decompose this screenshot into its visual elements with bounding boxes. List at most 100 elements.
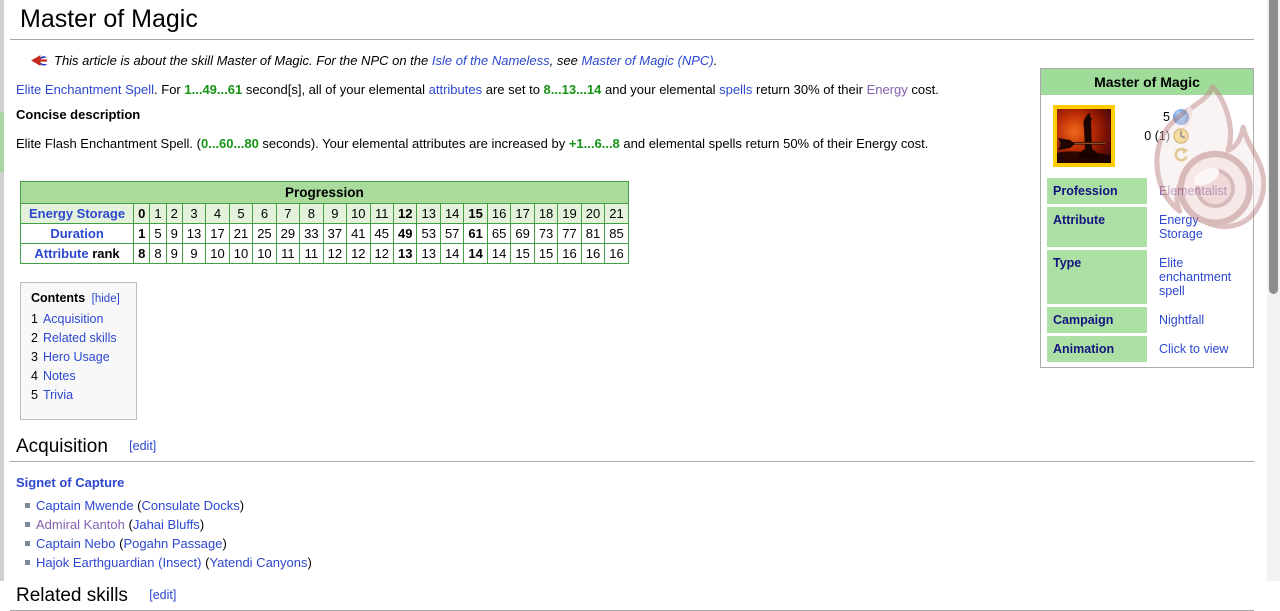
- energy-link[interactable]: Energy: [867, 82, 908, 97]
- progression-cell: 14: [463, 243, 488, 264]
- progression-cell: 61: [463, 223, 488, 244]
- progression-cell: 13: [393, 243, 418, 264]
- toc-hide-link[interactable]: [hide]: [92, 293, 120, 305]
- progression-cell: 65: [486, 223, 512, 244]
- npc-link[interactable]: Captain Mwende: [36, 498, 134, 513]
- progression-label-link[interactable]: Energy Storage: [29, 206, 125, 221]
- toc-item: 1 Acquisition: [31, 312, 120, 326]
- energy-cost-stat: 5: [1131, 109, 1189, 125]
- progression-cell: 11: [369, 203, 395, 224]
- infobox-row-value: Elementalist: [1147, 178, 1229, 204]
- progression-cell: 21: [228, 223, 254, 244]
- progression-cell: 14: [439, 243, 465, 264]
- toc-item-link[interactable]: Acquisition: [43, 312, 103, 326]
- infobox-row-label[interactable]: Attribute: [1047, 207, 1147, 247]
- progression-cell: 8: [299, 203, 324, 224]
- acquisition-item: Captain Mwende (Consulate Docks): [25, 498, 1258, 513]
- toc-item-link[interactable]: Related skills: [43, 331, 117, 345]
- master-of-magic-npc-link[interactable]: Master of Magic (NPC): [581, 53, 713, 68]
- progression-cell: 33: [299, 223, 324, 244]
- activation-time-stat: 0 (1): [1131, 128, 1189, 144]
- toc-item-link[interactable]: Notes: [43, 369, 76, 383]
- location-link[interactable]: Jahai Bluffs: [133, 517, 200, 532]
- attributes-link[interactable]: attributes: [429, 82, 482, 97]
- npc-link[interactable]: Hajok Earthguardian (Insect): [36, 555, 201, 570]
- toc-item-number: 1: [31, 312, 38, 326]
- isle-of-the-nameless-link[interactable]: Isle of the Nameless: [432, 53, 550, 68]
- progression-cell: 9: [165, 243, 183, 264]
- related-skills-heading: Related skills [edit]: [10, 585, 1254, 611]
- npc-link[interactable]: Admiral Kantoh: [36, 517, 125, 532]
- infobox-row-value-link[interactable]: Click to view: [1159, 342, 1228, 356]
- progression-cell: 73: [533, 223, 559, 244]
- location-link[interactable]: Pogahn Passage: [123, 536, 222, 551]
- progression-cell: 17: [510, 203, 535, 224]
- progression-cell: 85: [604, 223, 629, 244]
- toc-item: 3 Hero Usage: [31, 350, 120, 364]
- acquisition-list: Captain Mwende (Consulate Docks) Admiral …: [10, 499, 1258, 569]
- window-edge-strip-accent: [0, 112, 4, 172]
- infobox-row-label[interactable]: Profession: [1047, 178, 1147, 204]
- progression-cell: 16: [486, 203, 512, 224]
- toc-item-link[interactable]: Trivia: [43, 388, 73, 402]
- infobox-row-value-link[interactable]: Elementalist: [1159, 184, 1227, 198]
- toc-item-number: 4: [31, 369, 38, 383]
- infobox-art-row: 5 0 (1): [1041, 95, 1253, 175]
- concise-text: seconds). Your elemental attributes are …: [258, 136, 569, 151]
- acquisition-heading-text: Acquisition: [16, 436, 108, 457]
- location-link[interactable]: Consulate Docks: [142, 498, 240, 513]
- progression-cell: 12: [393, 203, 418, 224]
- progression-cell: 17: [205, 223, 230, 244]
- progression-label-link[interactable]: Attribute: [34, 246, 88, 261]
- infobox-row-label[interactable]: Campaign: [1047, 307, 1147, 333]
- table-of-contents: Contents [hide] 1 Acquisition 2 Related ski…: [20, 282, 137, 420]
- infobox-row-label[interactable]: Animation: [1047, 336, 1147, 362]
- toc-title: Contents: [31, 291, 86, 305]
- toc-item-link[interactable]: Hero Usage: [43, 350, 110, 364]
- progression-cell: 14: [486, 243, 512, 264]
- infobox-row-value-link[interactable]: Energy Storage: [1159, 213, 1203, 241]
- npc-link[interactable]: Captain Nebo: [36, 536, 116, 551]
- progression-label-link[interactable]: Duration: [50, 226, 103, 241]
- concise-duration-value: 0...60...80: [200, 136, 259, 151]
- progression-row: Duration 1 5 9 13 17 21 25 29 33 37 41 45 49 53 57 61 65 6…: [19, 223, 629, 244]
- desc-text: . For: [154, 82, 185, 97]
- related-skills-edit-link[interactable]: [edit]: [149, 588, 176, 602]
- infobox-row-label[interactable]: Type: [1047, 250, 1147, 304]
- location-link[interactable]: Yatendi Canyons: [209, 555, 307, 570]
- toc-item: 2 Related skills: [31, 331, 120, 345]
- toc-item-number: 5: [31, 388, 38, 402]
- progression-cell: 69: [510, 223, 535, 244]
- progression-cell: 12: [346, 243, 371, 264]
- infobox-row-value-link[interactable]: Nightfall: [1159, 313, 1204, 327]
- progression-cell: 1: [133, 223, 151, 244]
- progression-table: Progression Energy Storage 0 1 2 3 4 5 6 7 8 9 10 11…: [19, 181, 629, 264]
- progression-cell: 10: [205, 243, 230, 264]
- progression-cell: 14: [439, 203, 465, 224]
- progression-cell: 13: [181, 223, 207, 244]
- disambig-text-2: , see: [549, 53, 582, 68]
- infobox-row-value: Energy Storage: [1147, 207, 1247, 247]
- progression-cell: 6: [252, 203, 277, 224]
- desc-text: return 30% of their: [752, 82, 867, 97]
- disambig-text-3: .: [713, 53, 718, 68]
- signet-of-capture-link[interactable]: Signet of Capture: [16, 475, 124, 490]
- skill-icon[interactable]: [1053, 105, 1115, 167]
- progression-cell: 25: [252, 223, 277, 244]
- progression-cell: 12: [369, 243, 395, 264]
- window-edge-strip: [0, 0, 4, 581]
- desc-text: second[s], all of your elemental: [242, 82, 429, 97]
- progression-cell: 5: [149, 223, 167, 244]
- infobox-row-value-link[interactable]: Elite enchantment spell: [1159, 256, 1231, 298]
- progression-cell: 41: [346, 223, 371, 244]
- disambig-text-1: This article is about the skill Master o…: [54, 53, 432, 68]
- spells-link[interactable]: spells: [719, 82, 752, 97]
- related-skills-heading-text: Related skills: [16, 585, 128, 606]
- elite-enchantment-spell-link[interactable]: Elite Enchantment Spell: [16, 82, 154, 97]
- progression-cell: 9: [322, 203, 348, 224]
- acquisition-edit-link[interactable]: [edit]: [129, 439, 156, 453]
- signet-of-capture-row: Signet of Capture: [16, 475, 1258, 490]
- scrollbar-thumb[interactable]: [1269, 0, 1278, 294]
- progression-cell: 8: [133, 243, 151, 264]
- vertical-scrollbar[interactable]: [1267, 0, 1280, 581]
